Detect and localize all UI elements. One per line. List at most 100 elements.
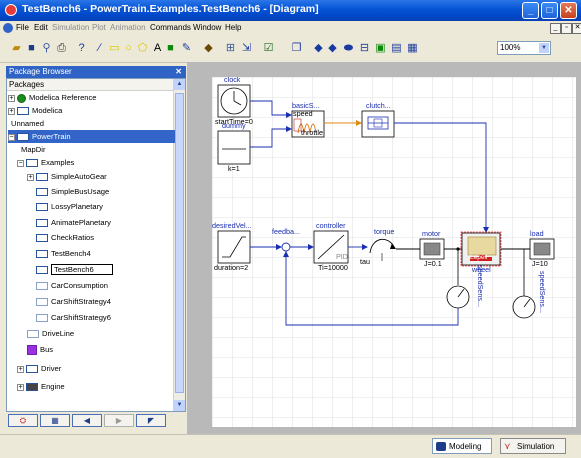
menu-plot[interactable]: Plot (92, 23, 106, 32)
simulation-icon: ⋎ (504, 441, 511, 451)
connect-icon[interactable]: ⇲ (240, 42, 253, 55)
menu-file[interactable]: File (16, 23, 29, 32)
print-icon[interactable]: ⎙ (55, 42, 68, 55)
scroll-up-icon[interactable]: ▲ (174, 79, 185, 90)
line-icon[interactable]: ∕ (93, 42, 106, 55)
text-view-icon[interactable]: ▤ (390, 42, 403, 55)
rectangle-icon[interactable]: ▭ (108, 42, 121, 55)
diagram-view-icon[interactable]: ⊟ (358, 42, 371, 55)
expand-icon[interactable]: + (17, 383, 24, 391)
load-label: load (530, 229, 544, 238)
tree-item-carshiftstrategy6[interactable]: CarShiftStrategy6 (36, 311, 111, 324)
model-icon (36, 314, 48, 322)
model-icon (27, 330, 39, 338)
menu-window[interactable]: Window (193, 23, 221, 32)
package-icon (17, 133, 29, 141)
minimize-button[interactable]: _ (522, 2, 539, 19)
document-icon (3, 23, 13, 33)
diagram-graphics (212, 77, 576, 427)
copy-icon[interactable]: ❐ (290, 42, 303, 55)
tree-item-carshiftstrategy4[interactable]: CarShiftStrategy4 (36, 295, 111, 308)
tree-item-simpleautogear[interactable]: + SimpleAutoGear (27, 170, 107, 183)
save-icon[interactable]: ■ (25, 42, 38, 55)
package-icon (17, 107, 29, 115)
menu-help[interactable]: Help (225, 23, 241, 32)
tree-item-examples[interactable]: − Examples (17, 156, 74, 169)
expand-icon[interactable]: + (17, 365, 24, 373)
help-pointer-icon[interactable]: ? (75, 42, 88, 55)
close-button[interactable]: ✕ (560, 2, 577, 19)
mdi-close-button[interactable]: ✕ (572, 23, 581, 34)
package-browser: Packages ▲ ▼ + Modelica Reference + Modeli… (6, 78, 186, 412)
tree-item-engine[interactable]: + Engine (17, 380, 65, 393)
tree-item-simplebususage[interactable]: SimpleBusUsage (36, 185, 109, 198)
collapse-icon[interactable]: − (17, 159, 24, 167)
scrollbar[interactable]: ▲ ▼ (173, 79, 185, 411)
tree-item-animateplanetary[interactable]: AnimatePlanetary (36, 216, 111, 229)
component-icon[interactable]: ⬬ (342, 42, 355, 55)
zoom-value: 100% (500, 43, 521, 52)
bitmap-icon[interactable]: ■ (164, 42, 177, 55)
tree-item-lossyplanetary[interactable]: LossyPlanetary (36, 200, 103, 213)
grid-view-icon[interactable]: ▦ (40, 414, 70, 427)
tree-item-powertrain[interactable]: − PowerTrain (8, 130, 175, 143)
tree-item-modelica[interactable]: + Modelica (8, 104, 62, 117)
expand-icon[interactable]: + (8, 94, 15, 102)
tree-item-testbench6[interactable]: TestBench6 (36, 263, 113, 276)
diagram-canvas[interactable]: clock startTime=0 dummy k=1 basicS... sp… (212, 77, 576, 427)
fill-color-icon[interactable]: ◆ (202, 42, 215, 55)
maximize-button[interactable]: □ (541, 2, 558, 19)
engine-icon (26, 383, 38, 391)
back-icon[interactable]: ◆ (312, 42, 325, 55)
tab-simulation[interactable]: ⋎ Simulation (500, 438, 566, 454)
tree-item-bus[interactable]: Bus (27, 343, 53, 356)
scroll-thumb[interactable] (175, 93, 184, 393)
package-browser-header: Package Browser ✕ (6, 66, 186, 78)
tree-item-driver[interactable]: + Driver (17, 362, 61, 375)
info-icon (17, 93, 26, 103)
line-color-icon[interactable]: ✎ (180, 42, 193, 55)
info-view-icon[interactable]: ▣ (374, 42, 387, 55)
menu-commands[interactable]: Commands (150, 23, 191, 32)
search-icon[interactable]: ⚲ (40, 42, 53, 55)
tree-item-unnamed[interactable]: Unnamed (11, 117, 44, 130)
model-icon (36, 266, 48, 274)
tree-item-mapdir[interactable]: MapDir (21, 143, 45, 156)
check-icon[interactable]: ☑ (262, 42, 275, 55)
menu-simulation[interactable]: Simulation (52, 23, 89, 32)
model-icon (36, 250, 48, 258)
tree-item-modelica-reference[interactable]: + Modelica Reference (8, 91, 97, 104)
grid-icon[interactable]: ⊞ (224, 42, 237, 55)
pointer-icon[interactable]: ◤ (136, 414, 166, 427)
polygon-icon[interactable]: ⬠ (136, 42, 149, 55)
mdi-restore-button[interactable]: ▫ (561, 23, 572, 34)
close-icon[interactable]: ✕ (175, 66, 182, 78)
ellipse-icon[interactable]: ○ (122, 42, 135, 55)
collapse-icon[interactable]: − (8, 133, 15, 141)
tree-item-testbench4[interactable]: TestBench4 (36, 247, 91, 260)
basics-port-speed: speed (293, 109, 313, 118)
tree-item-checkratios[interactable]: CheckRatios (36, 231, 94, 244)
menu-edit[interactable]: Edit (34, 23, 48, 32)
zoom-select[interactable]: 100% ▼ (497, 41, 551, 55)
tab-modeling[interactable]: Modeling (432, 438, 492, 454)
expand-icon[interactable]: + (8, 107, 15, 115)
forward-icon[interactable]: ◆ (326, 42, 339, 55)
documentation-view-icon[interactable]: ▦ (406, 42, 419, 55)
tree-item-carconsumption[interactable]: CarConsumption (36, 279, 108, 292)
motor-label: motor (422, 229, 441, 238)
library-icon[interactable]: ⛭ (8, 414, 38, 427)
scroll-down-icon[interactable]: ▼ (174, 400, 185, 411)
open-icon[interactable]: ▰ (10, 42, 23, 55)
window-title: TestBench6 - PowerTrain.Examples.TestBen… (22, 3, 319, 15)
expand-icon[interactable]: + (27, 173, 34, 181)
forward-arrow-icon[interactable]: ▶ (104, 414, 134, 427)
modeling-icon (436, 442, 446, 451)
tree-item-driveline[interactable]: DriveLine (27, 327, 74, 340)
model-icon (36, 234, 48, 242)
text-icon[interactable]: A (151, 42, 164, 55)
menu-animation[interactable]: Animation (110, 23, 146, 32)
mdi-minimize-button[interactable]: _ (550, 23, 561, 34)
back-arrow-icon[interactable]: ◀ (72, 414, 102, 427)
model-icon (36, 188, 48, 196)
